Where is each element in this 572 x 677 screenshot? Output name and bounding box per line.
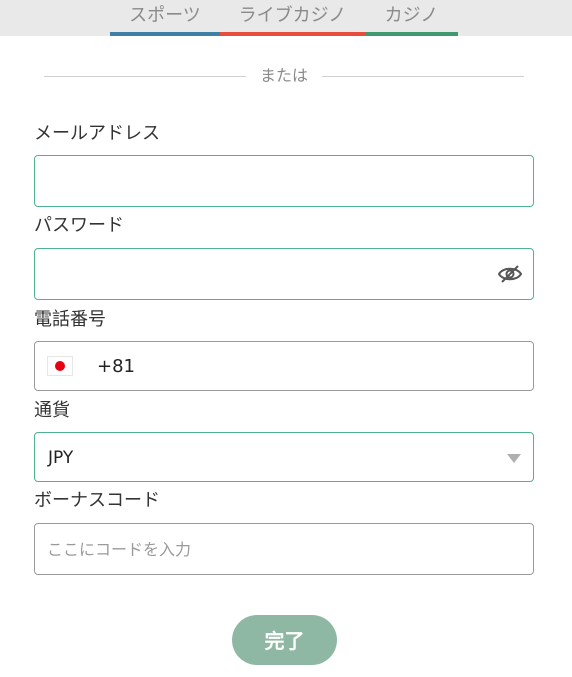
tab-casino-label: カジノ [384,5,439,26]
email-label: メールアドレス [34,123,160,144]
flag-red-dot [55,361,65,371]
tab-live-casino-underline [220,32,365,36]
japan-flag-icon[interactable] [47,356,73,376]
tab-casino[interactable]: カジノ [365,0,458,36]
divider-line-left [44,76,246,77]
email-field-box [34,155,534,207]
bonus-code-label: ボーナスコード [34,490,160,511]
tab-casino-underline [365,32,458,36]
tab-sports[interactable]: スポーツ [110,0,220,36]
bonus-code-box [34,523,534,575]
eye-slash-icon[interactable] [497,263,523,285]
password-field-box [34,248,534,300]
password-label: パスワード [34,215,124,236]
or-text: または [259,66,308,85]
or-divider: または [44,64,524,88]
tab-sports-underline [110,32,220,36]
password-field[interactable] [47,249,487,299]
currency-label: 通貨 [34,400,70,421]
tab-live-casino[interactable]: ライブカジノ [220,0,365,36]
divider-line-right [322,76,524,77]
category-tabs: スポーツ ライブカジノ カジノ [0,0,572,36]
phone-label: 電話番号 [34,309,106,330]
bonus-code-input[interactable] [47,524,487,574]
tab-live-casino-label: ライブカジノ [238,5,347,26]
email-field[interactable] [47,156,487,206]
phone-field-box[interactable]: +81 [34,341,534,391]
signup-form-page: スポーツ ライブカジノ カジノ または メールアドレス パスワード 電話番号 +… [0,0,572,677]
tab-sports-label: スポーツ [129,5,201,26]
chevron-down-icon [507,454,521,463]
currency-selected-value: JPY [48,448,74,468]
submit-button[interactable]: 完了 [232,615,337,665]
country-code: +81 [97,356,135,377]
currency-select[interactable]: JPY [34,432,534,482]
